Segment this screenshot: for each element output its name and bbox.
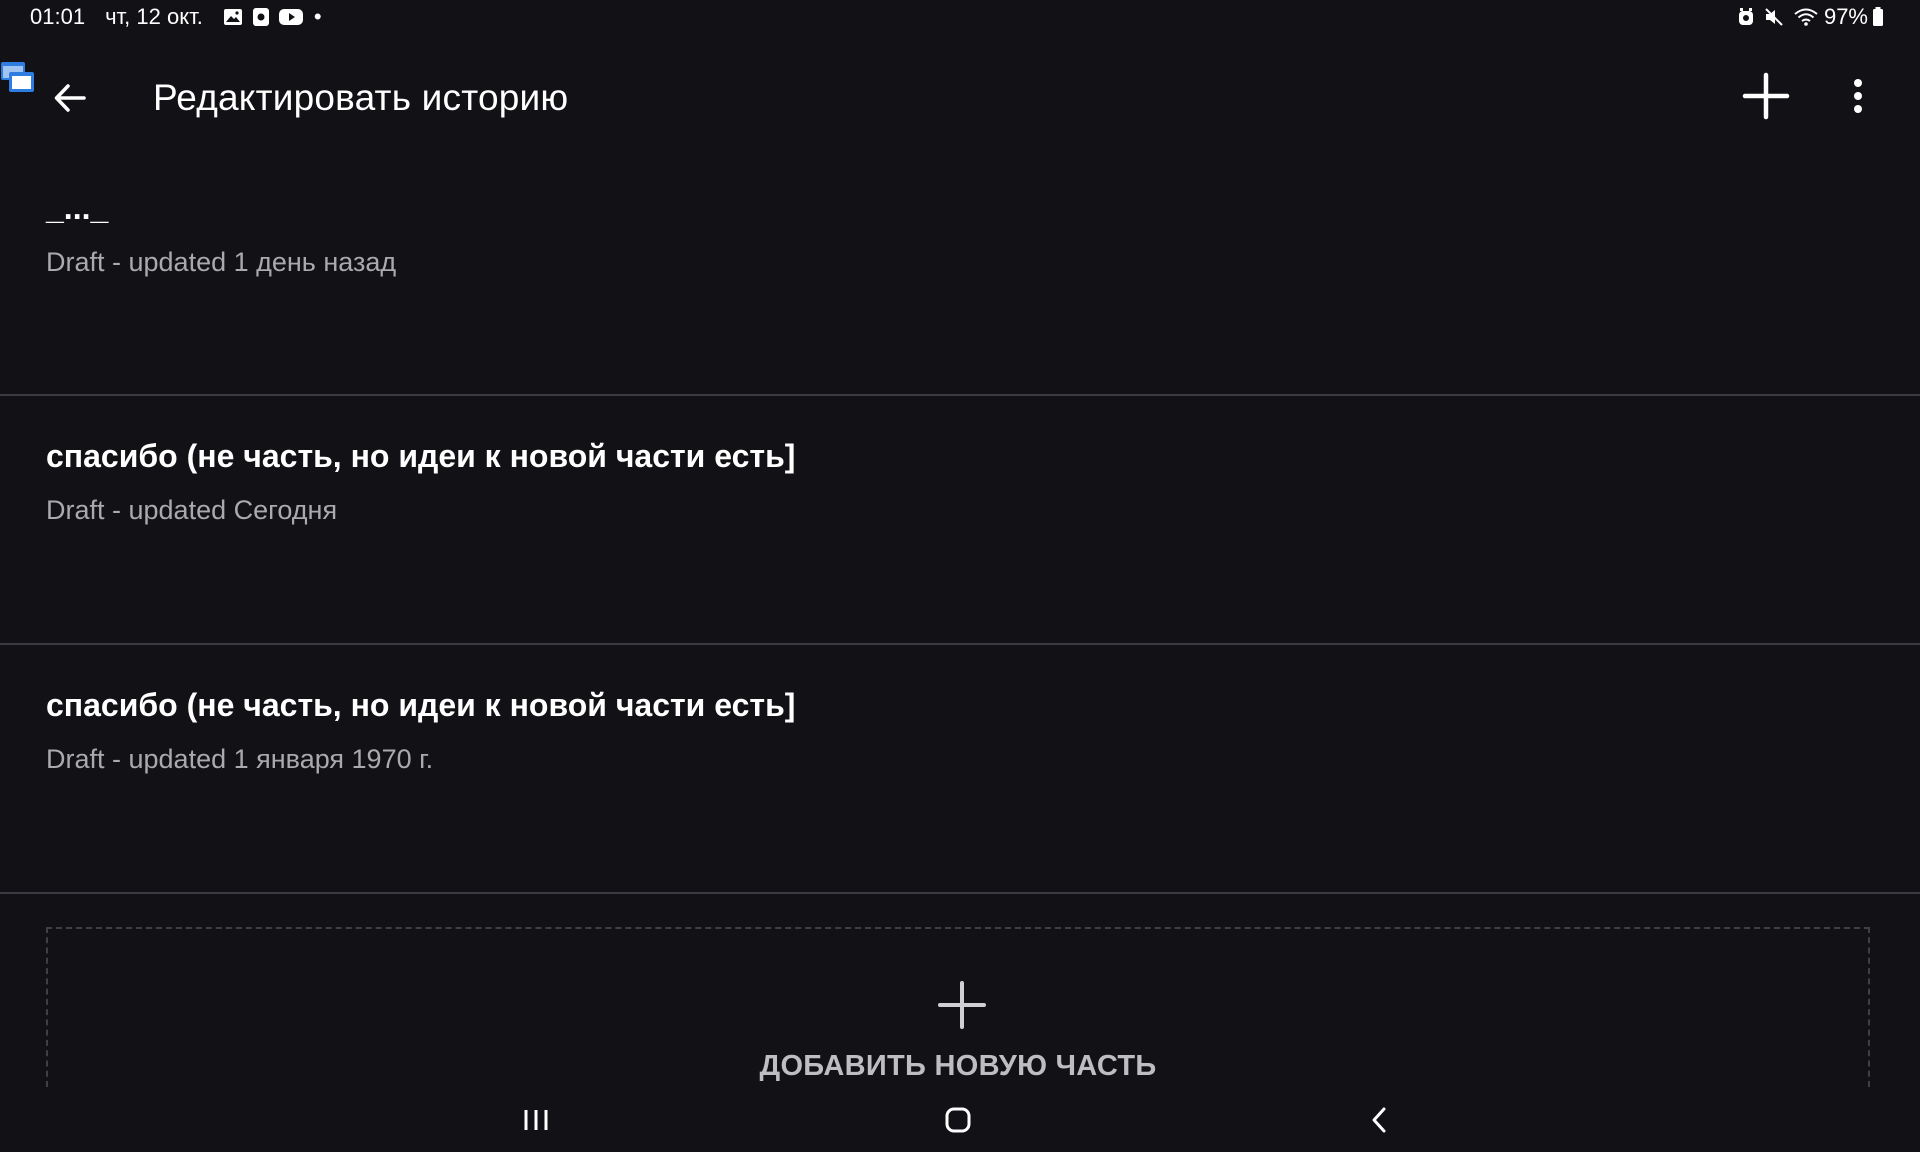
nav-back-button[interactable]	[1350, 1095, 1410, 1145]
part-status: Draft - updated 1 день назад	[46, 247, 397, 277]
back-button[interactable]	[42, 70, 98, 126]
navigation-bar	[0, 1087, 1920, 1152]
list-item[interactable]: спасибо (не часть, но идеи к новой части…	[0, 396, 1920, 645]
part-status: Draft - updated 1 января 1970 г.	[46, 744, 434, 774]
screen: 01:01 чт, 12 окт. • 97% Редактировать ис…	[0, 0, 1920, 1152]
home-icon	[945, 1107, 971, 1133]
battery-percent: 97%	[1823, 4, 1868, 29]
wifi-icon	[1794, 8, 1818, 26]
recents-icon	[524, 1110, 548, 1130]
list-item[interactable]: _..._ Draft - updated 1 день назад	[0, 148, 1920, 396]
alarm-icon	[1738, 8, 1754, 26]
recents-button[interactable]	[506, 1095, 566, 1145]
mute-icon	[1764, 8, 1784, 26]
add-new-part-label: ДОБАВИТЬ НОВУЮ ЧАСТЬ	[759, 1050, 1157, 1082]
gallery-icon	[223, 7, 243, 27]
part-title: спасибо (не часть, но идеи к новой части…	[46, 438, 796, 474]
home-button[interactable]	[928, 1095, 988, 1145]
battery-icon	[1872, 7, 1884, 27]
status-bar: 01:01 чт, 12 окт. • 97%	[0, 0, 1920, 34]
more-options-button[interactable]	[1830, 66, 1886, 126]
status-right: 97%	[1734, 4, 1890, 30]
status-time: 01:01	[30, 4, 86, 29]
add-new-part-button[interactable]: ДОБАВИТЬ НОВУЮ ЧАСТЬ	[46, 927, 1870, 1087]
part-status: Draft - updated Сегодня	[46, 495, 338, 525]
back-icon	[1372, 1107, 1386, 1133]
part-title: спасибо (не часть, но идеи к новой части…	[46, 687, 796, 723]
app-bar: Редактировать историю	[0, 40, 1920, 158]
floating-window-icon[interactable]	[0, 60, 36, 96]
status-left: 01:01 чт, 12 окт. •	[30, 4, 322, 30]
screen-recorder-icon	[252, 7, 270, 27]
add-part-button[interactable]	[1736, 66, 1796, 126]
list-item[interactable]: спасибо (не часть, но идеи к новой части…	[0, 645, 1920, 894]
status-date: чт, 12 окт.	[105, 4, 203, 29]
more-vertical-icon	[1854, 79, 1862, 113]
story-parts-list: _..._ Draft - updated 1 день назад спаси…	[0, 148, 1920, 894]
part-title: _..._	[46, 190, 109, 226]
page-title: Редактировать историю	[153, 77, 569, 118]
plus-icon	[938, 981, 986, 1029]
plus-icon	[1742, 72, 1790, 120]
notification-dot: •	[313, 4, 322, 29]
youtube-icon	[278, 8, 303, 26]
arrow-back-icon	[54, 84, 86, 112]
